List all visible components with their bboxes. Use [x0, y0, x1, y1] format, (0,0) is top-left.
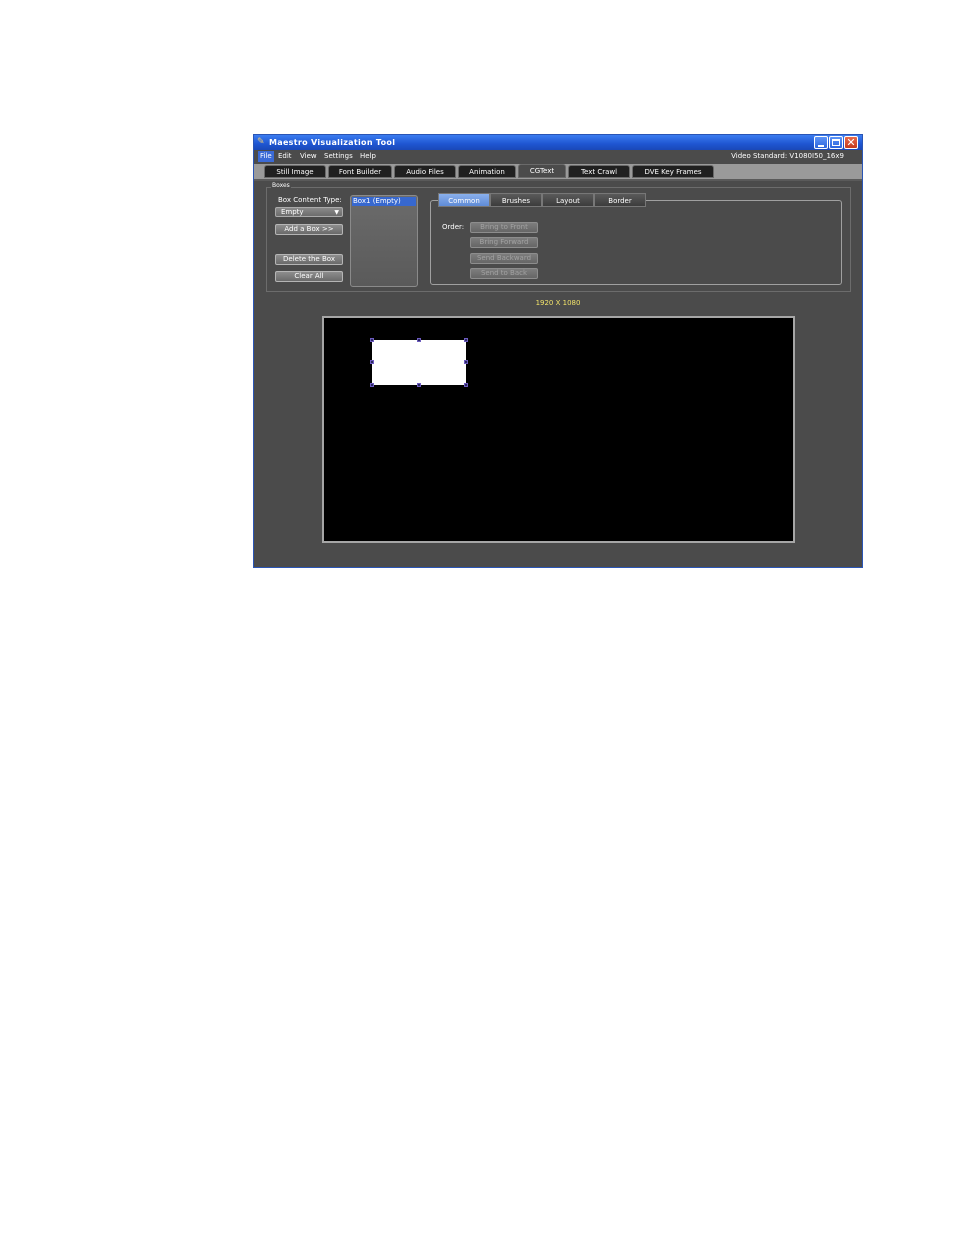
- add-box-button[interactable]: Add a Box >>: [275, 224, 343, 235]
- resize-handle[interactable]: [370, 338, 374, 342]
- resolution-label: 1920 X 1080: [535, 299, 581, 307]
- tab-dve-key-frames[interactable]: DVE Key Frames: [632, 165, 714, 178]
- tab-still-image[interactable]: Still Image: [264, 165, 326, 178]
- menu-help[interactable]: Help: [358, 151, 378, 162]
- text-box-element[interactable]: [372, 340, 466, 385]
- bring-forward-button[interactable]: Bring Forward: [470, 237, 538, 248]
- send-to-back-button[interactable]: Send to Back: [470, 268, 538, 279]
- maximize-button[interactable]: [829, 136, 843, 149]
- resize-handle[interactable]: [417, 383, 421, 387]
- box-content-type-dropdown[interactable]: Empty ▼: [275, 207, 343, 217]
- chevron-down-icon: ▼: [334, 209, 339, 216]
- tab-audio-files[interactable]: Audio Files: [394, 165, 456, 178]
- delete-box-button[interactable]: Delete the Box: [275, 254, 343, 265]
- menu-edit[interactable]: Edit: [276, 151, 294, 162]
- menu-bar: File Edit View Settings Help Video Stand…: [254, 150, 862, 163]
- video-standard-label: Video Standard: V1080I50_16x9: [731, 152, 844, 160]
- tab-layout[interactable]: Layout: [542, 193, 594, 207]
- resize-handle[interactable]: [464, 360, 468, 364]
- boxes-group-label: Boxes: [271, 182, 291, 189]
- close-icon: ✕: [846, 136, 856, 149]
- main-tab-strip: Still Image Font Builder Audio Files Ani…: [254, 164, 862, 179]
- tab-cgtext[interactable]: CGText: [518, 164, 566, 178]
- app-window: ✎ Maestro Visualization Tool ✕ File Edit…: [253, 134, 863, 568]
- resize-handle[interactable]: [464, 383, 468, 387]
- resize-handle[interactable]: [370, 383, 374, 387]
- properties-panel: Order: Bring to Front Bring Forward Send…: [430, 200, 842, 285]
- tab-common[interactable]: Common: [438, 193, 490, 207]
- tab-brushes[interactable]: Brushes: [490, 193, 542, 207]
- close-button[interactable]: ✕: [844, 136, 858, 149]
- bring-to-front-button[interactable]: Bring to Front: [470, 222, 538, 233]
- send-backward-button[interactable]: Send Backward: [470, 253, 538, 264]
- box-content-type-label: Box Content Type:: [278, 196, 342, 204]
- clear-all-button[interactable]: Clear All: [275, 271, 343, 282]
- menu-file[interactable]: File: [258, 151, 274, 162]
- boxes-list[interactable]: Box1 (Empty): [350, 195, 418, 287]
- order-label: Order:: [442, 223, 465, 231]
- resize-handle[interactable]: [464, 338, 468, 342]
- list-item[interactable]: Box1 (Empty): [352, 197, 416, 206]
- tab-font-builder[interactable]: Font Builder: [328, 165, 392, 178]
- minimize-button[interactable]: [814, 136, 828, 149]
- title-bar[interactable]: ✎ Maestro Visualization Tool ✕: [254, 135, 862, 150]
- menu-settings[interactable]: Settings: [322, 151, 355, 162]
- dropdown-value: Empty: [281, 208, 304, 216]
- tab-text-crawl[interactable]: Text Crawl: [568, 165, 630, 178]
- maximize-icon: [832, 139, 840, 146]
- window-title: Maestro Visualization Tool: [269, 138, 396, 147]
- tab-border[interactable]: Border: [594, 193, 646, 207]
- resize-handle[interactable]: [370, 360, 374, 364]
- menu-view[interactable]: View: [298, 151, 319, 162]
- minimize-icon: [818, 145, 824, 147]
- app-icon: ✎: [257, 137, 265, 147]
- preview-canvas[interactable]: [322, 316, 795, 543]
- tab-animation[interactable]: Animation: [458, 165, 516, 178]
- tab-divider: [254, 179, 862, 181]
- resize-handle[interactable]: [417, 338, 421, 342]
